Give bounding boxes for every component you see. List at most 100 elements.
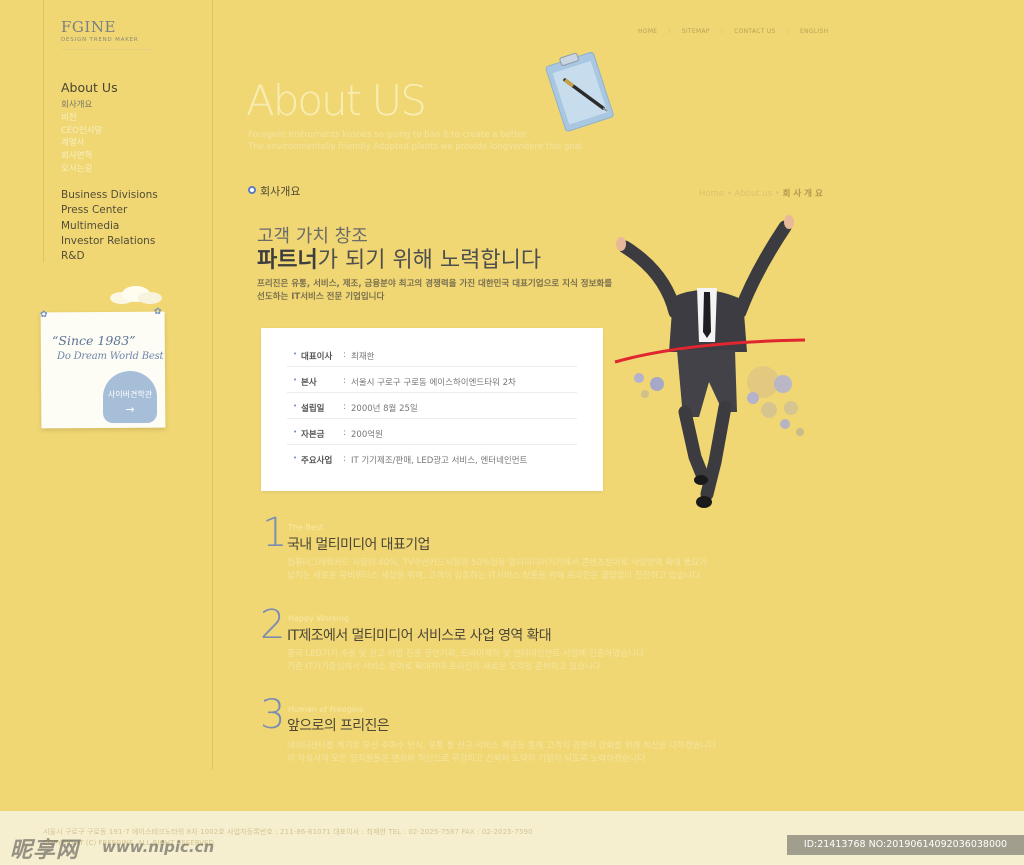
item-subtitle: Happy Working [288, 614, 349, 623]
item-body-line1: 컴퓨터그래픽카드 시장의 40%, TV수신카드시장의 50%점유 멀티미디어기… [287, 558, 707, 568]
item-body-line2: 기존 IT기기중심에서 서비스 분야로 확대하며 프리진의 새로운 도약을 준비… [287, 661, 601, 672]
top-nav: HOME | SITEMAP | CONTACT US | ENGLISH [638, 28, 828, 35]
intro-subheading-bold: 파트너 [257, 248, 318, 273]
bullet-icon: • [293, 402, 298, 410]
bullet-icon: • [293, 376, 298, 384]
menu-item-business-divisions[interactable]: Business Divisions [61, 188, 158, 203]
clipboard-pen-icon [545, 51, 614, 132]
arrow-right-icon: → [125, 403, 135, 416]
info-value: IT 기기제조/판매, LED광고 서비스, 엔터네인먼트 [351, 456, 528, 466]
info-row: • 설립일 : 2000년 8월 25일 [287, 394, 577, 419]
page-title: About US [246, 76, 427, 125]
left-guide-line [43, 0, 44, 262]
note-subtitle: Do Dream World Best [57, 351, 164, 362]
info-colon: : [343, 402, 346, 412]
info-label: 설립일 [301, 404, 325, 414]
nav-separator: | [786, 28, 789, 35]
watermark-logo: 昵享网 [10, 838, 80, 863]
info-value: 200억원 [351, 430, 383, 440]
info-value: 2000년 8월 25일 [351, 404, 418, 414]
nav-sitemap[interactable]: SITEMAP [682, 28, 710, 35]
section-bullet-icon [248, 186, 256, 194]
menu-item-rnd[interactable]: R&D [61, 249, 158, 264]
bullet-icon: • [293, 454, 298, 462]
info-colon: : [343, 376, 346, 386]
sidebar-section-title: About Us [61, 80, 118, 95]
logo[interactable]: FGINE [61, 18, 116, 36]
sidebar-submenu: 회사개요 비전 CEO인사말 계열사 회사연혁 오시는길 [61, 99, 102, 176]
pin-icon: ✿ [154, 307, 162, 317]
cyber-tour-label: 사이버견학관 [107, 390, 153, 399]
breadcrumb-home[interactable]: Home [699, 189, 724, 199]
info-label: 본사 [301, 378, 317, 388]
menu-item-press-center[interactable]: Press Center [61, 203, 158, 218]
businessman-finish-line-illustration [614, 215, 806, 508]
cloud-icon [110, 286, 162, 304]
item-body: 컴퓨터그래픽카드 시장의 40%, TV수신카드시장의 50%점유 멀티미디어기… [287, 557, 707, 582]
intro-subheading: 파트너가 되기 위해 노력합니다 [257, 242, 541, 274]
item-subtitle: The Best [288, 523, 324, 532]
sidebar-divider [212, 0, 213, 770]
nav-english[interactable]: ENGLISH [800, 28, 828, 35]
section-title: 회사개요 [260, 185, 301, 198]
bullet-icon: • [293, 350, 298, 358]
item-body-line2: 넘치는 새로운 유비쿼터스 세상을 위해, 고객이 감동하는 IT서비스 창출을… [287, 570, 701, 581]
submenu-item-ceo[interactable]: CEO인사말 [61, 125, 102, 138]
breadcrumb-current: 회 사 개 요 [782, 189, 823, 199]
info-colon: : [343, 428, 346, 438]
pin-icon: ✿ [40, 310, 48, 320]
info-row: • 본사 : 서울시 구로구 구로동 에이스하이엔드타워 2차 [287, 368, 577, 393]
nav-separator: | [668, 28, 671, 35]
intro-body-line2: 선도하는 IT서비스 전문 기업입니다 [257, 291, 385, 302]
item-body-line2: 각 자회사의 모든 임직원들은 변화와 혁신으로 무장하고 신뢰와 도약의 기업… [287, 753, 646, 764]
item-number: 2 [260, 602, 286, 648]
submenu-item-overview[interactable]: 회사개요 [61, 99, 102, 112]
logo-divider [61, 49, 151, 50]
submenu-item-affiliates[interactable]: 계열사 [61, 137, 102, 150]
bullet-icon: • [293, 428, 298, 436]
breadcrumb: Home • About us • 회 사 개 요 [699, 187, 823, 199]
item-body-line1: 중국 LED기기 수출 및 광고 사업 진출 공연기획, 드라마제작 및 엔터네… [287, 649, 644, 659]
item-title: IT제조에서 멀티미디어 서비스로 사업 영역 확대 [287, 628, 552, 644]
item-number: 1 [262, 510, 288, 556]
sidebar-menu: Business Divisions Press Center Multimed… [61, 188, 158, 264]
watermark-id: ID:21413768 NO:20190614092036038000 [787, 835, 1024, 855]
company-info-card: • 대표이사 : 최재한 • 본사 : 서울시 구로구 구로동 에이스하이엔드타… [261, 328, 603, 491]
menu-item-multimedia[interactable]: Multimedia [61, 219, 158, 234]
breadcrumb-separator: • [774, 189, 780, 199]
logo-tagline: DESIGN TREND MAKER [61, 37, 139, 43]
info-row: • 자본금 : 200억원 [287, 420, 577, 445]
cyber-tour-button[interactable]: 사이버견학관 → [103, 371, 157, 423]
item-body: 중국 LED기기 수출 및 광고 사업 진출 공연기획, 드라마제작 및 엔터네… [287, 648, 644, 673]
info-label: 자본금 [301, 430, 325, 440]
intro-body: 프리진은 유통, 서비스, 제조, 금융분야 최고의 경쟁력을 가진 대한민국 … [257, 278, 637, 303]
submenu-item-location[interactable]: 오시는길 [61, 163, 102, 176]
info-row: • 주요사업 : IT 기기제조/판매, LED광고 서비스, 엔터네인먼트 [287, 446, 577, 470]
info-colon: : [343, 350, 346, 360]
breadcrumb-separator: • [726, 189, 732, 199]
menu-item-investor-relations[interactable]: Investor Relations [61, 234, 158, 249]
info-colon: : [343, 454, 346, 464]
nav-separator: | [720, 28, 724, 35]
submenu-item-vision[interactable]: 비전 [61, 112, 102, 125]
submenu-item-history[interactable]: 회사연혁 [61, 150, 102, 163]
info-value: 서울시 구로구 구로동 에이스하이엔드타워 2차 [351, 378, 516, 388]
item-title: 앞으로의 프리진은 [287, 718, 390, 734]
info-label: 주요사업 [301, 456, 333, 466]
watermark-url: www.nipic.cn [102, 838, 215, 856]
info-value: 최재한 [351, 352, 375, 362]
nav-contact-us[interactable]: CONTACT US [734, 28, 776, 35]
item-title: 국내 멀티미디어 대표기업 [287, 537, 430, 553]
item-body: 데이터센터를 계기로 무선 주파수 인식, 유통 등 신규 서비스 제공을 통해… [287, 740, 716, 765]
info-row: • 대표이사 : 최재한 [287, 342, 577, 367]
intro-body-line1: 프리진은 유통, 서비스, 제조, 금융분야 최고의 경쟁력을 가진 대한민국 … [257, 279, 613, 289]
intro-subheading-rest: 가 되기 위해 노력합니다 [317, 248, 542, 273]
item-body-line1: 데이터센터를 계기로 무선 주파수 인식, 유통 등 신규 서비스 제공을 통해… [287, 741, 717, 751]
nav-home[interactable]: HOME [638, 28, 657, 35]
note-title: “Since 1983” [52, 333, 136, 348]
item-subtitle: Human of Freegine [288, 705, 364, 714]
item-number: 3 [260, 692, 286, 738]
breadcrumb-about[interactable]: About us [735, 189, 773, 199]
hero-caption-line1: Foragent Instruments kosoes so going to … [248, 130, 527, 140]
info-label: 대표이사 [301, 352, 333, 362]
